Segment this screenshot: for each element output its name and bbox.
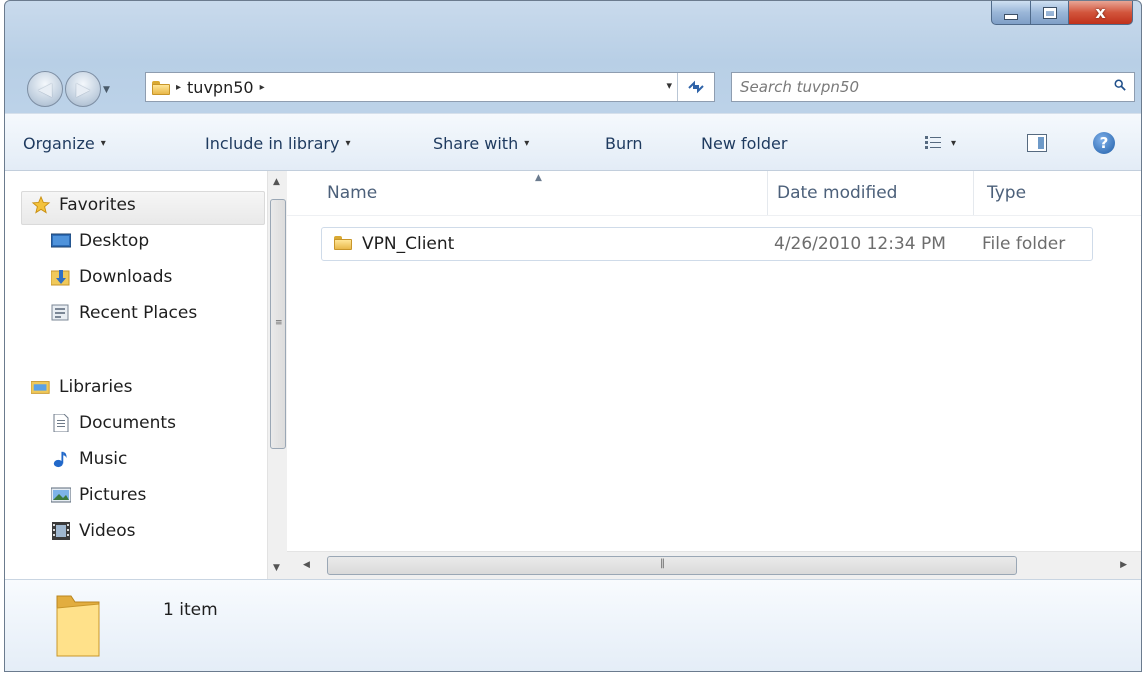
music-icon — [53, 451, 67, 468]
forward-button[interactable]: ▶ — [65, 71, 101, 107]
breadcrumb: ▸ tuvpn50 ▸ — [176, 78, 265, 97]
breadcrumb-separator-icon[interactable]: ▸ — [260, 82, 265, 93]
minimize-icon — [1004, 13, 1018, 20]
view-options-dropdown-icon[interactable]: ▾ — [951, 138, 956, 149]
desktop-icon — [51, 233, 71, 248]
pictures-icon — [51, 487, 71, 503]
column-header: ▲ Name Date modified Type — [287, 171, 1141, 216]
navigation-pane-scrollbar[interactable]: ▲ ≡ ▼ — [267, 171, 287, 579]
caption-buttons: x — [991, 1, 1133, 27]
file-date-modified: 4/26/2010 12:34 PM — [774, 234, 946, 254]
close-icon: x — [1095, 3, 1106, 22]
videos-icon — [52, 522, 70, 540]
explorer-window: x ◀ ▶ ▼ ▸ tuvpn50 ▸ ▾ Search tuvpn50 Org… — [4, 0, 1142, 672]
nav-documents-label: Documents — [79, 413, 176, 433]
nav-recent-places-label: Recent Places — [79, 303, 198, 323]
recent-places-icon — [51, 304, 69, 321]
maximize-icon — [1042, 6, 1057, 19]
include-in-library-button[interactable]: Include in library ▾ — [205, 134, 351, 153]
item-count: 1 item — [163, 600, 218, 620]
address-bar[interactable]: ▸ tuvpn50 ▸ ▾ — [145, 72, 715, 102]
column-name[interactable]: Name — [327, 183, 377, 203]
nav-desktop[interactable]: Desktop — [51, 231, 149, 251]
breadcrumb-item[interactable]: tuvpn50 — [187, 78, 254, 97]
scroll-left-icon[interactable]: ◀ — [303, 560, 310, 570]
nav-downloads[interactable]: Downloads — [51, 267, 172, 287]
nav-pictures-label: Pictures — [79, 485, 147, 505]
scroll-right-icon[interactable]: ▶ — [1120, 560, 1127, 570]
table-row[interactable]: VPN_Client 4/26/2010 12:34 PM File folde… — [321, 227, 1093, 261]
horizontal-scrollbar[interactable]: ◀ ‖ ▶ — [287, 551, 1141, 579]
nav-documents[interactable]: Documents — [51, 413, 176, 433]
back-arrow-icon: ◀ — [38, 78, 52, 100]
nav-downloads-label: Downloads — [79, 267, 173, 287]
scroll-down-icon[interactable]: ▼ — [273, 563, 280, 573]
column-divider[interactable] — [767, 171, 768, 215]
recent-pages-dropdown-icon[interactable]: ▼ — [103, 85, 110, 95]
nav-libraries-label: Libraries — [59, 377, 133, 397]
file-type: File folder — [982, 234, 1066, 254]
help-icon[interactable]: ? — [1093, 132, 1115, 154]
file-name: VPN_Client — [362, 234, 455, 254]
share-with-button[interactable]: Share with ▾ — [433, 134, 529, 153]
include-in-library-label: Include in library — [205, 134, 340, 153]
details-pane: 1 item — [5, 579, 1141, 671]
forward-arrow-icon: ▶ — [76, 78, 90, 100]
column-date-modified[interactable]: Date modified — [777, 183, 897, 203]
nav-favorites-label: Favorites — [59, 195, 136, 215]
nav-favorites[interactable]: Favorites — [31, 195, 136, 215]
horizontal-scrollbar-thumb[interactable]: ‖ — [327, 556, 1017, 575]
close-button[interactable]: x — [1069, 1, 1133, 25]
grip-icon: ‖ — [660, 558, 665, 569]
scrollbar-thumb[interactable]: ≡ — [270, 199, 286, 449]
star-icon — [31, 196, 51, 214]
nav-recent-places[interactable]: Recent Places — [51, 303, 197, 323]
nav-videos[interactable]: Videos — [51, 521, 136, 541]
change-view-icon[interactable] — [925, 136, 941, 150]
search-input[interactable] — [732, 73, 1088, 101]
sort-ascending-icon: ▲ — [535, 173, 542, 183]
refresh-button[interactable] — [677, 73, 714, 101]
chevron-down-icon: ▾ — [100, 138, 106, 149]
new-folder-label: New folder — [701, 134, 788, 153]
organize-label: Organize — [23, 134, 95, 153]
command-bar: Organize ▾ Include in library ▾ Share wi… — [5, 113, 1141, 171]
burn-button[interactable]: Burn — [605, 134, 643, 153]
libraries-icon — [31, 381, 50, 394]
minimize-button[interactable] — [991, 1, 1031, 25]
search-icon[interactable] — [1114, 79, 1126, 91]
address-dropdown-icon[interactable]: ▾ — [666, 79, 672, 92]
search-box — [731, 72, 1135, 102]
chevron-down-icon: ▾ — [345, 138, 351, 149]
preview-pane-icon[interactable] — [1027, 134, 1047, 152]
folder-icon — [152, 80, 170, 95]
share-with-label: Share with — [433, 134, 519, 153]
burn-label: Burn — [605, 134, 643, 153]
navigation-pane: Favorites Desktop Downloads Recent Place… — [5, 171, 267, 579]
column-divider[interactable] — [973, 171, 974, 215]
organize-button[interactable]: Organize ▾ — [23, 134, 106, 153]
breadcrumb-separator-icon[interactable]: ▸ — [176, 82, 181, 93]
nav-pictures[interactable]: Pictures — [51, 485, 146, 505]
nav-music[interactable]: Music — [51, 449, 127, 469]
scroll-up-icon[interactable]: ▲ — [273, 177, 280, 187]
maximize-button[interactable] — [1031, 1, 1069, 25]
file-list-pane: ▲ Name Date modified Type VPN_Client 4/2… — [287, 171, 1141, 579]
nav-libraries[interactable]: Libraries — [31, 377, 132, 397]
downloads-icon — [51, 270, 70, 286]
new-folder-button[interactable]: New folder — [701, 134, 787, 153]
nav-desktop-label: Desktop — [79, 231, 150, 251]
documents-icon — [53, 414, 69, 432]
navigation-row: ◀ ▶ ▼ ▸ tuvpn50 ▸ ▾ — [5, 63, 1141, 107]
nav-music-label: Music — [79, 449, 128, 469]
chevron-down-icon: ▾ — [524, 138, 530, 149]
folder-icon — [56, 595, 100, 657]
content-area: Favorites Desktop Downloads Recent Place… — [5, 171, 1141, 579]
column-type[interactable]: Type — [987, 183, 1026, 203]
grip-icon: ≡ — [275, 318, 283, 328]
nav-videos-label: Videos — [79, 521, 136, 541]
refresh-icon — [688, 80, 704, 94]
back-button[interactable]: ◀ — [27, 71, 63, 107]
